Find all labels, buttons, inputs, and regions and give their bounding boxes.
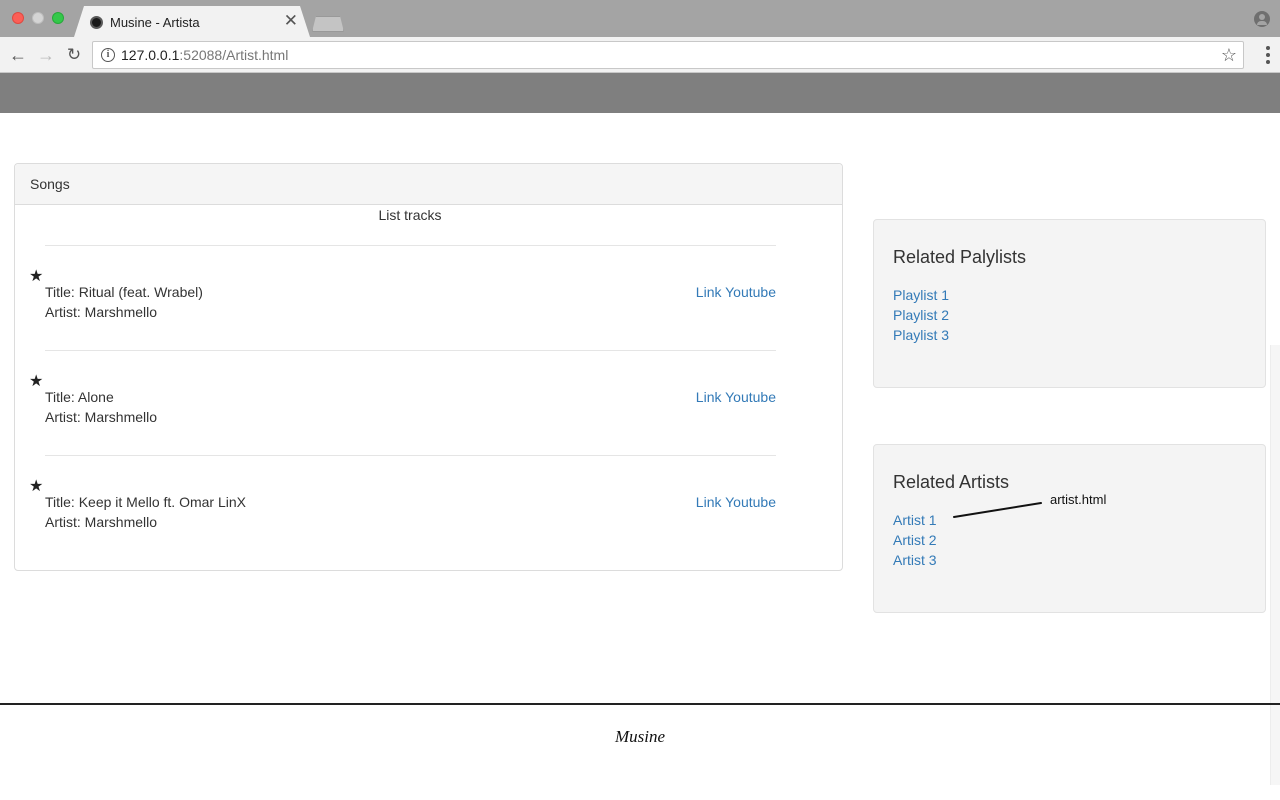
list-tracks-title: List tracks: [378, 207, 442, 223]
page-content: Songs List tracks ★ Title: Ritual (feat.…: [0, 73, 1280, 800]
browser-menu-icon[interactable]: [1266, 46, 1270, 66]
site-favicon-icon: [90, 16, 103, 29]
track-artist: Artist: Marshmello: [45, 304, 158, 320]
bookmark-star-icon[interactable]: ☆: [1221, 45, 1237, 66]
youtube-link[interactable]: Link Youtube: [696, 494, 776, 510]
track-artist: Artist: Marshmello: [45, 409, 158, 425]
url-text[interactable]: 127.0.0.1:52088/Artist.html: [121, 47, 288, 63]
songs-panel: Songs List tracks ★ Title: Ritual (feat.…: [14, 163, 843, 571]
track-item: ★ Title: Ritual (feat. Wrabel) Artist: M…: [29, 245, 776, 350]
track-item: ★ Title: Alone Artist: Marshmello Link Y…: [29, 350, 776, 455]
annotation-text: artist.html: [1050, 492, 1107, 507]
annotation-line: [953, 502, 1042, 518]
minimize-window-button[interactable]: [32, 12, 44, 24]
tab-close-icon[interactable]: ✕: [284, 12, 298, 30]
track-title: Title: Keep it Mello ft. Omar LinX: [45, 494, 246, 510]
artist-link[interactable]: Artist 1: [893, 510, 1246, 530]
reload-icon[interactable]: ↻: [62, 43, 86, 67]
address-bar[interactable]: i 127.0.0.1:52088/Artist.html ☆: [92, 41, 1244, 69]
youtube-link[interactable]: Link Youtube: [696, 284, 776, 300]
star-icon[interactable]: ★: [29, 371, 43, 391]
footer-brand: Musine: [614, 727, 666, 746]
playlist-link[interactable]: Playlist 3: [893, 325, 1246, 345]
related-playlists-title: Related Palylists: [893, 247, 1027, 267]
playlist-link[interactable]: Playlist 2: [893, 305, 1246, 325]
songs-heading: Songs: [15, 164, 842, 205]
track-artist: Artist: Marshmello: [45, 514, 158, 530]
artist-link[interactable]: Artist 2: [893, 530, 1246, 550]
track-item: ★ Title: Keep it Mello ft. Omar LinX Art…: [29, 455, 776, 560]
tab-title: Musine - Artista: [110, 15, 200, 30]
new-tab-button[interactable]: [312, 16, 344, 32]
artist-link[interactable]: Artist 3: [893, 550, 1246, 570]
related-artists-title: Related Artists: [893, 472, 1010, 492]
footer-divider: [0, 703, 1280, 705]
track-title: Title: Alone: [45, 389, 114, 405]
maximize-window-button[interactable]: [52, 12, 64, 24]
browser-tab[interactable]: Musine - Artista ✕: [74, 6, 310, 37]
site-navbar: [0, 73, 1280, 113]
page-scrollbar[interactable]: [1270, 345, 1280, 785]
browser-titlebar: Musine - Artista ✕: [0, 0, 1280, 37]
star-icon[interactable]: ★: [29, 476, 43, 496]
close-window-button[interactable]: [12, 12, 24, 24]
track-title: Title: Ritual (feat. Wrabel): [45, 284, 203, 300]
star-icon[interactable]: ★: [29, 266, 43, 286]
related-artists-panel: Related Artists Artist 1 Artist 2 Artist…: [873, 444, 1266, 613]
info-icon[interactable]: i: [101, 48, 115, 62]
forward-arrow-icon[interactable]: →: [34, 43, 58, 67]
playlist-link[interactable]: Playlist 1: [893, 285, 1246, 305]
back-arrow-icon[interactable]: ←: [6, 43, 30, 67]
related-playlists-panel: Related Palylists Playlist 1 Playlist 2 …: [873, 219, 1266, 388]
youtube-link[interactable]: Link Youtube: [696, 389, 776, 405]
url-path: :52088/Artist.html: [179, 47, 289, 63]
profile-icon[interactable]: [1254, 11, 1270, 27]
url-host: 127.0.0.1: [121, 47, 180, 63]
browser-toolbar: ← → ↻ i 127.0.0.1:52088/Artist.html ☆: [0, 37, 1280, 73]
